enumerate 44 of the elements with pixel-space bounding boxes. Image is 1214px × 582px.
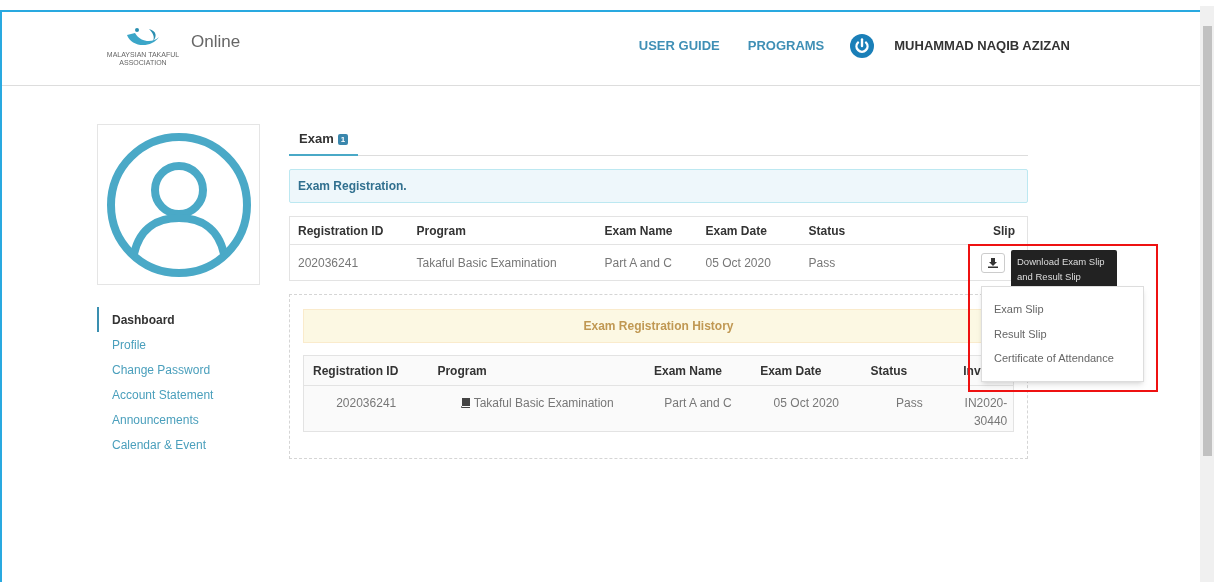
book-icon	[459, 398, 470, 408]
sidebar-item[interactable]: Profile	[97, 332, 260, 357]
column-header: Exam Name	[644, 355, 752, 386]
column-header: Exam Date	[697, 216, 801, 245]
column-header: Program	[408, 216, 597, 245]
table-cell: 202036241	[289, 244, 409, 281]
power-icon[interactable]	[850, 33, 875, 58]
download-icon	[988, 257, 998, 268]
table-cell-text: IN2020-30440	[963, 395, 1008, 430]
menu-item[interactable]: Certificate of Attendance	[982, 350, 1143, 367]
scrollbar[interactable]	[1200, 6, 1214, 582]
table-cell: Part A and C	[596, 244, 698, 281]
table-cell: 05 Oct 2020	[773, 396, 839, 410]
column-header: Status	[861, 355, 958, 386]
sidebar-item[interactable]: Change Password	[97, 357, 260, 382]
sidebar-item[interactable]: Announcements	[97, 407, 260, 432]
column-header: Registration ID	[303, 355, 429, 386]
sidebar-item[interactable]: Account Statement	[97, 382, 260, 407]
nav-link[interactable]: PROGRAMS	[747, 35, 825, 56]
column-header: Exam Name	[596, 216, 698, 245]
nav-link[interactable]: USER GUIDE	[638, 35, 720, 56]
table-cell: Pass	[896, 396, 923, 410]
brand-name: Online	[191, 30, 241, 53]
sidebar-item[interactable]: Dashboard	[97, 307, 260, 332]
tooltip: Download Exam Slip and Result Slip	[1011, 250, 1117, 288]
table-cell: 202036241	[336, 396, 397, 410]
download-button[interactable]	[981, 252, 1005, 273]
user-name[interactable]: MUHAMMAD NAQIB AZIZAN	[894, 35, 1070, 56]
table-cell: Pass	[800, 244, 921, 281]
menu-item[interactable]: Exam Slip	[982, 301, 1143, 318]
tab[interactable]: Exam 1	[289, 124, 359, 156]
column-header: Registration ID	[289, 216, 409, 245]
count-badge: 1	[337, 133, 349, 145]
table-cell-text: Takaful Basic Examination	[473, 395, 614, 412]
column-header: Status	[800, 216, 921, 245]
info-alert: Exam Registration.	[289, 169, 1028, 203]
table-cell: 05 Oct 2020	[697, 244, 801, 281]
table-cell: Part A and C	[664, 396, 732, 410]
column-header: Program	[428, 355, 645, 386]
column-header: Exam Date	[751, 355, 862, 386]
table-cell: Takaful Basic Examination	[408, 244, 597, 281]
column-header: Slip	[920, 216, 1028, 245]
menu-item[interactable]: Result Slip	[982, 325, 1143, 342]
sidebar-item[interactable]: Calendar & Event	[97, 432, 260, 457]
